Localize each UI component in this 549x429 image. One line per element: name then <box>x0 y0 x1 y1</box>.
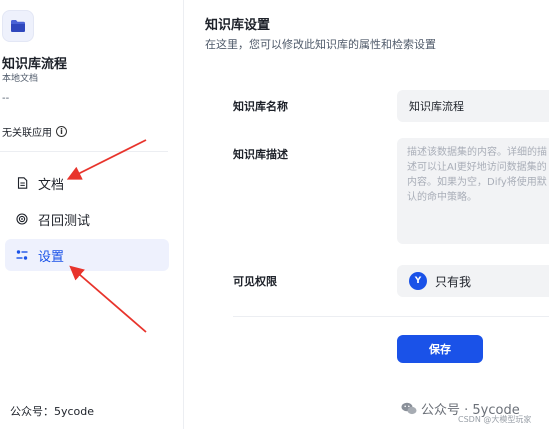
description-label: 知识库描述 <box>233 148 288 161</box>
save-button[interactable]: 保存 <box>397 335 483 363</box>
associated-apps-label: 无关联应用 <box>2 128 52 139</box>
csdn-watermark: CSDN @大模型玩家 <box>458 415 532 424</box>
name-label: 知识库名称 <box>233 100 288 113</box>
knowledge-base-name-input[interactable] <box>397 90 549 122</box>
permission-value: 只有我 <box>435 274 472 289</box>
knowledge-base-name: 知识库流程 <box>2 57 68 72</box>
avatar: Y <box>409 272 427 290</box>
wechat-icon <box>401 402 417 415</box>
document-icon <box>16 177 28 189</box>
sidebar-item-documents[interactable]: 文档 <box>5 167 169 199</box>
form-divider <box>233 316 549 317</box>
knowledge-base-description-input[interactable] <box>397 138 549 244</box>
footer-account-text: 公众号：5ycode <box>10 405 95 418</box>
folder-icon <box>2 10 34 42</box>
sidebar: 知识库流程 本地文档 -- 无关联应用 i 文档 召回测试 设置 公众号：5yc… <box>0 0 184 429</box>
page-title: 知识库设置 <box>205 18 271 33</box>
sidebar-divider <box>0 151 168 152</box>
sidebar-item-label: 文档 <box>38 177 65 193</box>
knowledge-base-type: 本地文档 <box>2 74 39 84</box>
info-circle-icon[interactable]: i <box>56 126 67 137</box>
sidebar-item-recall-test[interactable]: 召回测试 <box>5 203 169 235</box>
page-subtitle: 在这里，您可以修改此知识库的属性和检索设置 <box>205 38 436 51</box>
main-panel: 知识库设置 在这里，您可以修改此知识库的属性和检索设置 知识库名称 知识库描述 … <box>185 0 549 429</box>
associated-apps: 无关联应用 i <box>2 124 67 139</box>
settings-sliders-icon <box>16 249 28 261</box>
sidebar-item-settings[interactable]: 设置 <box>5 239 169 271</box>
target-icon <box>16 213 28 225</box>
permission-select[interactable]: Y 只有我 <box>397 265 549 297</box>
sidebar-item-label: 召回测试 <box>38 213 91 229</box>
permission-label: 可见权限 <box>233 275 277 288</box>
sidebar-item-label: 设置 <box>38 249 65 265</box>
knowledge-base-placeholder: -- <box>2 93 10 104</box>
